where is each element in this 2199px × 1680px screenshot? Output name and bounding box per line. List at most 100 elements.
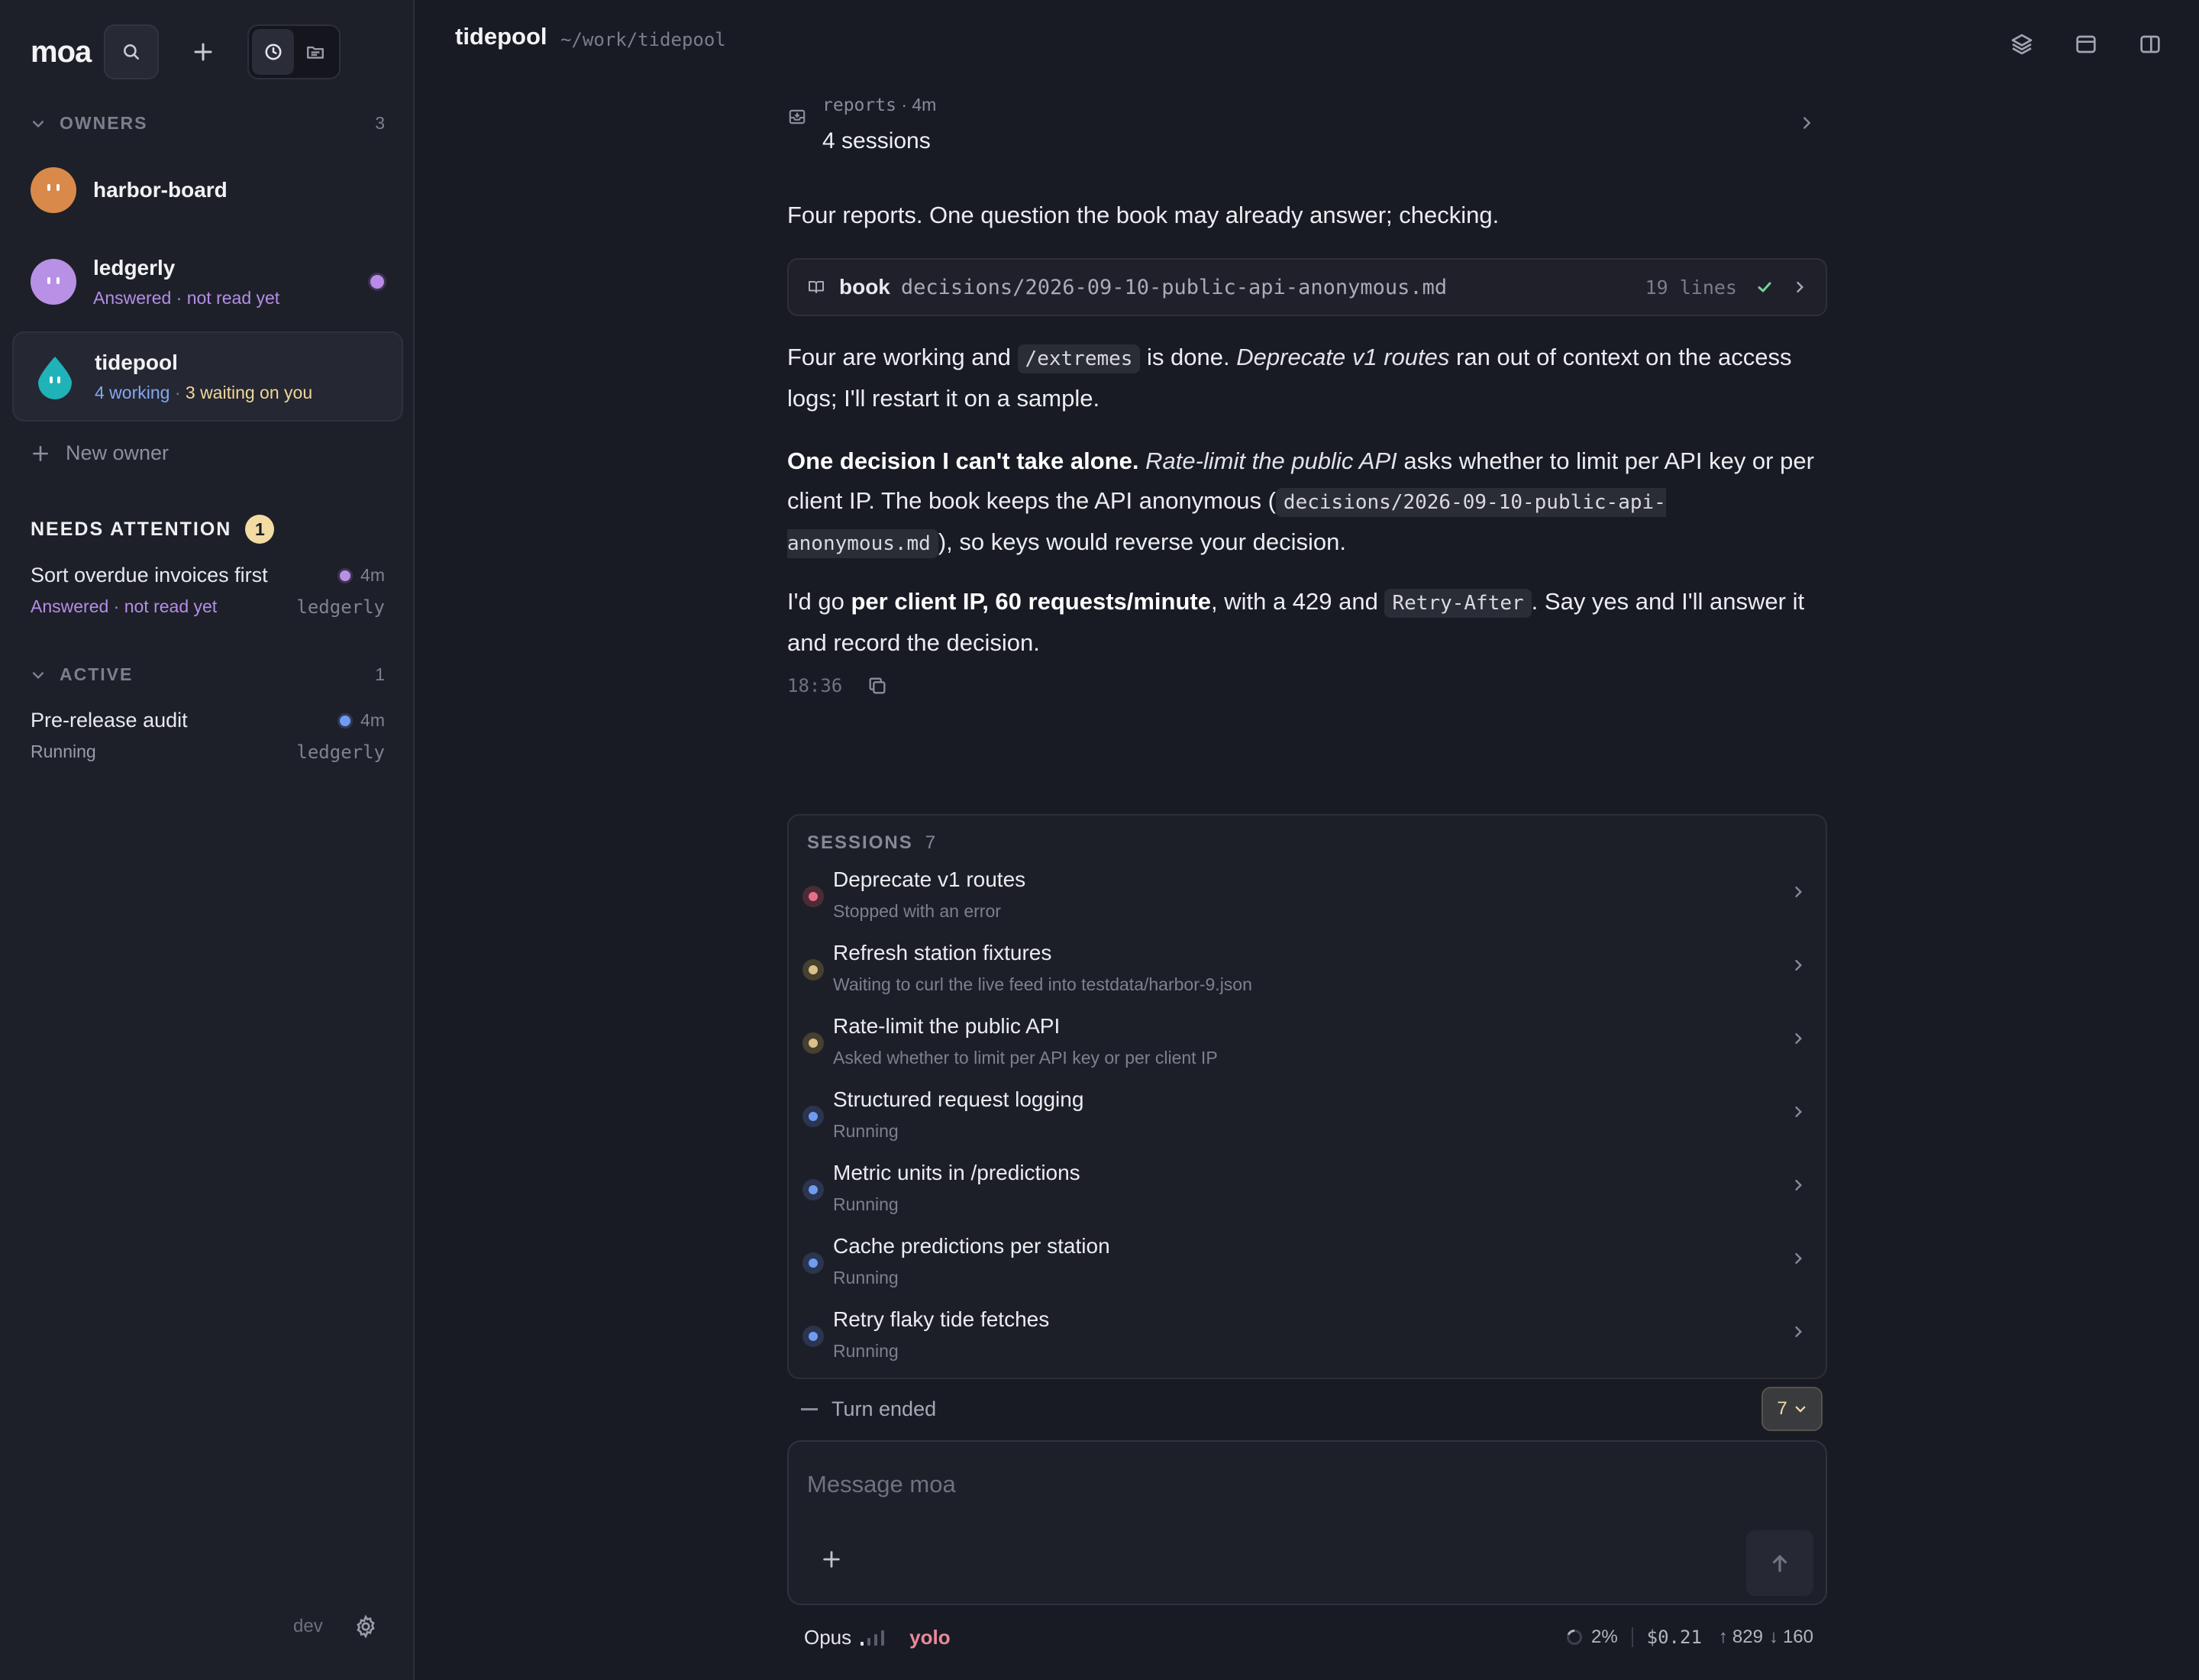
- page-title: tidepool: [455, 23, 547, 50]
- session-row[interactable]: Refresh station fixtures Waiting to curl…: [789, 935, 1826, 1008]
- recent-view-button[interactable]: [252, 29, 294, 75]
- active-item[interactable]: Pre-release audit 4m Running ledgerly: [31, 709, 385, 763]
- divider: [1631, 1627, 1633, 1647]
- chevron-down-icon: [1795, 1406, 1806, 1413]
- session-status: Asked whether to limit per API key or pe…: [833, 1048, 1218, 1068]
- session-status: Running: [833, 1341, 899, 1361]
- search-button[interactable]: [104, 24, 159, 79]
- task-title: Pre-release audit: [31, 709, 188, 732]
- face-icon: [47, 184, 60, 191]
- session-status: Running: [833, 1268, 899, 1287]
- arrow-down-icon: ↓: [1768, 1627, 1778, 1647]
- needs-attention-header: NEEDS ATTENTION 1: [31, 515, 275, 544]
- owners-section-header[interactable]: OWNERS 3: [31, 113, 385, 134]
- owner-item-ledgerly[interactable]: ledgerly Answered · not read yet: [12, 237, 403, 327]
- avatar: [32, 354, 78, 399]
- message-paragraph-4: I'd go per client IP, 60 requests/minute…: [787, 582, 1827, 663]
- session-row[interactable]: Structured request logging Running: [789, 1081, 1826, 1155]
- task-time: 4m: [360, 565, 385, 585]
- inline-code: Retry-After: [1384, 589, 1532, 618]
- strong-text: One decision I can't take alone.: [787, 447, 1139, 474]
- new-session-button[interactable]: [176, 24, 231, 79]
- chevron-right-icon: [1795, 1326, 1802, 1337]
- context-ring-icon: [1566, 1629, 1582, 1645]
- owner-status-separator: ·: [170, 382, 186, 402]
- owner-item-tidepool[interactable]: tidepool 4 working · 3 waiting on you: [12, 331, 403, 422]
- copy-icon[interactable]: [867, 675, 888, 696]
- reports-label: reports · 4m: [822, 95, 936, 115]
- session-title: Structured request logging: [833, 1087, 1084, 1111]
- sessions-label: SESSIONS: [807, 832, 913, 853]
- emphasis: Rate-limit the public API: [1145, 447, 1397, 474]
- model-selector[interactable]: Opus: [804, 1626, 851, 1649]
- message-input[interactable]: Message moa: [807, 1471, 956, 1498]
- session-row[interactable]: Deprecate v1 routes Stopped with an erro…: [789, 861, 1826, 935]
- panel-button[interactable]: [2071, 29, 2101, 60]
- session-title: Retry flaky tide fetches: [833, 1307, 1050, 1331]
- sessions-count: 7: [925, 832, 936, 853]
- session-status: Stopped with an error: [833, 901, 1001, 921]
- book-path: decisions/2026-09-10-public-api-anonymou…: [900, 275, 1448, 299]
- session-cost: $0.21: [1646, 1627, 1702, 1648]
- new-owner-button[interactable]: New owner: [31, 441, 169, 465]
- active-section-header[interactable]: ACTIVE 1: [31, 664, 385, 685]
- text-run: , with a 429 and: [1210, 588, 1385, 615]
- book-line-count: 19 lines: [1645, 276, 1737, 299]
- layers-icon: [2011, 34, 2033, 55]
- clock-icon: [264, 44, 282, 60]
- session-title: Deprecate v1 routes: [833, 867, 1026, 891]
- strong-text: per client IP, 60 requests/minute: [851, 588, 1211, 615]
- book-reference[interactable]: book decisions/2026-09-10-public-api-ano…: [787, 258, 1827, 316]
- chevron-right-icon: [1795, 1107, 1802, 1117]
- inbox-icon: [789, 109, 806, 124]
- session-status: Waiting to curl the live feed into testd…: [833, 974, 1252, 994]
- droplet-icon: [38, 357, 72, 399]
- session-row[interactable]: Metric units in /predictions Running: [789, 1155, 1826, 1228]
- layers-button[interactable]: [2007, 29, 2037, 60]
- turn-ended-label: Turn ended: [831, 1397, 937, 1420]
- owner-status-answered: Answered: [93, 287, 172, 308]
- session-row[interactable]: Retry flaky tide fetches Running: [789, 1301, 1826, 1375]
- message-paragraph-2: Four are working and /extremes is done. …: [787, 338, 1827, 418]
- session-status-dot: [802, 1106, 824, 1127]
- dash-icon: [801, 1407, 818, 1410]
- task-meta: 4m: [337, 565, 385, 586]
- chevron-right-icon: [1795, 960, 1802, 971]
- task-owner: ledgerly: [296, 741, 385, 763]
- owner-item-harbor-board[interactable]: harbor-board: [12, 145, 403, 235]
- header-actions: [2007, 29, 2199, 60]
- book-label: book: [839, 275, 890, 299]
- session-status-dot: [802, 1032, 824, 1054]
- avatar: [31, 259, 76, 305]
- message-composer[interactable]: Message moa: [787, 1440, 1827, 1605]
- needs-attention-count-badge: 1: [245, 515, 275, 544]
- owners-label: OWNERS: [60, 113, 148, 133]
- gear-icon[interactable]: [354, 1614, 378, 1639]
- permission-mode[interactable]: yolo: [909, 1626, 950, 1649]
- task-title: Sort overdue invoices first: [31, 564, 268, 586]
- project-path: ~/work/tidepool: [560, 29, 726, 50]
- session-status-dot: [802, 1179, 824, 1200]
- task-time: 4m: [360, 710, 385, 730]
- send-button[interactable]: [1746, 1530, 1813, 1596]
- session-row[interactable]: Cache predictions per station Running: [789, 1228, 1826, 1301]
- sessions-card: SESSIONS 7 Deprecate v1 routes Stopped wi…: [787, 814, 1827, 1379]
- session-row[interactable]: Rate-limit the public API Asked whether …: [789, 1008, 1826, 1081]
- text-run: I'd go: [787, 588, 851, 615]
- split-view-button[interactable]: [2135, 29, 2165, 60]
- owner-name: tidepool: [95, 350, 178, 374]
- attention-item[interactable]: Sort overdue invoices first 4m Answered …: [31, 564, 385, 618]
- inline-code: /extremes: [1017, 344, 1141, 373]
- view-toggle: [247, 24, 341, 79]
- reports-card[interactable]: reports · 4m 4 sessions: [787, 93, 1827, 162]
- attach-plus-icon[interactable]: [821, 1549, 842, 1570]
- owner-status-unread: · not read yet: [171, 287, 280, 308]
- sessions-dropdown-button[interactable]: 7: [1761, 1387, 1823, 1431]
- session-status: Running: [833, 1194, 899, 1214]
- session-status: Running: [833, 1121, 899, 1141]
- tokens-up: 829: [1732, 1627, 1763, 1647]
- sidebar-toolbar: moa: [31, 24, 341, 79]
- files-view-button[interactable]: [294, 29, 336, 75]
- chevron-right-icon: [1803, 117, 1811, 129]
- text-run: [1138, 447, 1145, 474]
